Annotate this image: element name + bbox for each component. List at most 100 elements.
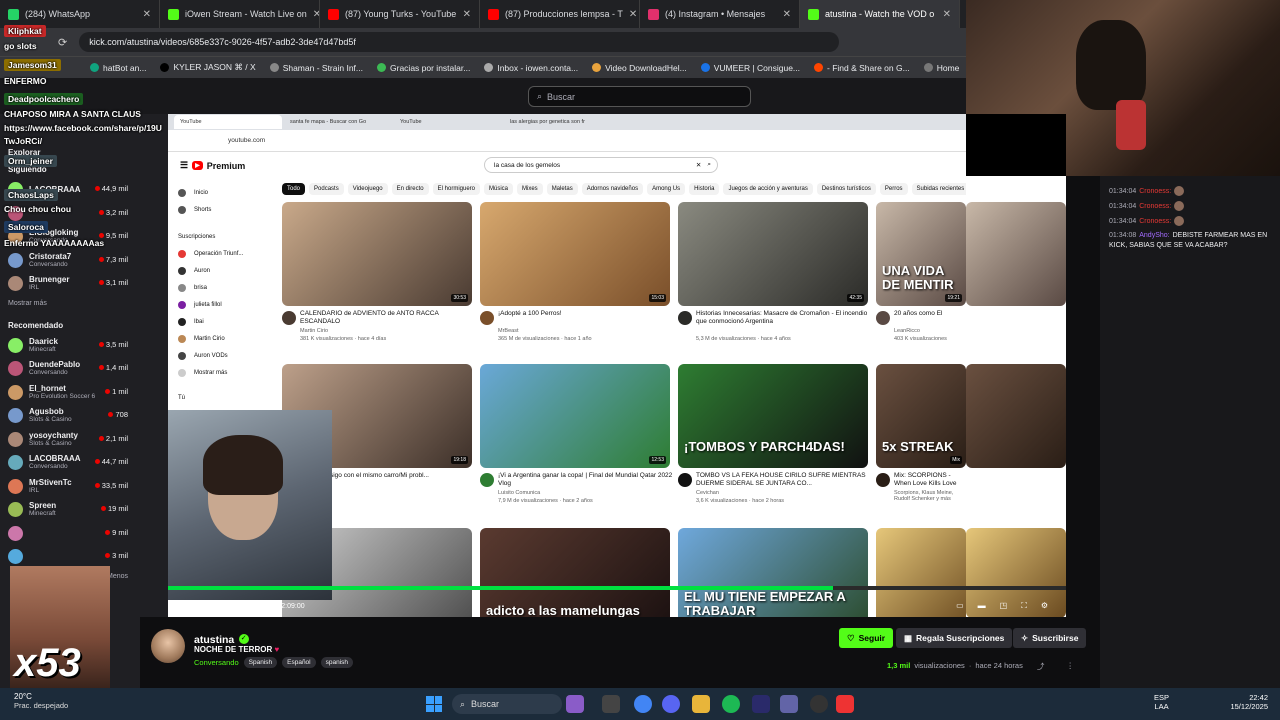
yt-side-item[interactable]: Operación Triunf... bbox=[168, 245, 258, 262]
tag-pill[interactable]: Spanish bbox=[243, 657, 278, 668]
yt-browser-tab[interactable]: YouTube bbox=[394, 115, 502, 129]
sidebar-channel[interactable]: Agusbob Slots & Casino 708 bbox=[0, 404, 168, 428]
close-icon[interactable]: ✕ bbox=[943, 9, 951, 20]
yt-video-thumbnail[interactable]: UNA VIDA DE MENTIR 19:21 bbox=[876, 202, 966, 306]
yt-video-thumbnail[interactable]: ¡TOMBOS Y PARCH4DAS! bbox=[678, 364, 868, 468]
sidebar-channel[interactable]: El_hornet Pro Evolution Soccer 6 1 mil bbox=[0, 381, 168, 405]
video-progress[interactable] bbox=[168, 586, 1066, 590]
yt-side-item[interactable]: Martin Cirio bbox=[168, 330, 258, 347]
sidebar-channel[interactable]: Daarick Minecraft 3,5 mil bbox=[0, 334, 168, 358]
yt-side-item[interactable]: Mostrar más bbox=[168, 364, 258, 381]
bookmark-item[interactable]: Video DownloadHel... bbox=[592, 63, 687, 73]
yt-video-thumbnail[interactable]: 5x STREAK Mix bbox=[876, 364, 966, 468]
bookmark-item[interactable]: VUMEER | Consigue... bbox=[700, 63, 800, 73]
avatar[interactable] bbox=[678, 311, 692, 325]
yt-channel-name[interactable]: LeanRicco bbox=[894, 328, 964, 334]
browser-tab[interactable]: iOwen Stream - Watch Live on ✕ bbox=[160, 0, 320, 28]
clock[interactable]: 22:42 15/12/2025 bbox=[1218, 693, 1268, 711]
sidebar-channel[interactable]: Cristorata7 Conversando 7,3 mil bbox=[0, 249, 168, 273]
yt-filter-chip[interactable]: Subidas recientes bbox=[911, 183, 966, 195]
yt-filter-chip[interactable]: En directo bbox=[391, 183, 429, 195]
bookmark-item[interactable]: Gracias por instalar... bbox=[377, 63, 470, 73]
yt-video-title[interactable]: Historias Innecesarias: Masacre de Croma… bbox=[696, 310, 874, 326]
yt-browser-tab[interactable]: santa fe mapa - Buscar con Go bbox=[284, 115, 392, 129]
avatar[interactable] bbox=[480, 311, 494, 325]
yt-filter-chip[interactable]: Todo bbox=[282, 183, 306, 195]
yt-filter-chip[interactable]: Mixes bbox=[517, 183, 543, 195]
tag-pill[interactable]: spanish bbox=[320, 657, 354, 668]
chat-username[interactable]: Cronoess: bbox=[1139, 188, 1171, 195]
teams-icon[interactable] bbox=[780, 695, 798, 713]
gift-subs-button[interactable]: ▦ Regala Suscripciones bbox=[896, 628, 1013, 648]
bookmark-item[interactable]: KYLER JASON ⌘ / X bbox=[160, 62, 256, 73]
yt-side-item[interactable]: Auron bbox=[168, 262, 258, 279]
yt-search-input[interactable]: la casa de los gemelos ✕ ⌕ bbox=[484, 157, 718, 173]
bookmark-item[interactable]: Home bbox=[923, 63, 959, 73]
clip-icon[interactable]: ▭ bbox=[956, 601, 964, 611]
yt-browser-tab[interactable]: YouTube bbox=[174, 115, 282, 129]
yt-filter-chip[interactable]: Juegos de acción y aventuras bbox=[723, 183, 813, 195]
yt-video-thumbnail[interactable]: 15:03 bbox=[480, 202, 670, 306]
chrome-icon[interactable] bbox=[634, 695, 652, 713]
text-icon[interactable] bbox=[836, 695, 854, 713]
category-link[interactable]: Conversando bbox=[194, 658, 239, 667]
yt-channel-name[interactable]: Martin Cirio bbox=[300, 328, 478, 334]
weather-widget[interactable]: 20°C Prac. despejado bbox=[14, 692, 104, 710]
avatar[interactable] bbox=[678, 473, 692, 487]
fullscreen-icon[interactable]: ⛶ bbox=[1021, 601, 1027, 611]
browser-tab[interactable]: (87) Producciones lempsa - T ✕ bbox=[480, 0, 640, 28]
yt-video-title[interactable]: Mix: SCORPIONS - When Love Kills Love bbox=[894, 472, 964, 488]
address-input[interactable]: kick.com/atustina/videos/685e337c-9026-4… bbox=[79, 32, 840, 52]
yt-video-thumbnail[interactable]: 12:53 bbox=[480, 364, 670, 468]
sidebar-channel[interactable]: Spreen Minecraft 19 mil bbox=[0, 498, 168, 522]
sidebar-channel[interactable]: 3 mil bbox=[0, 545, 168, 569]
yt-filter-chip[interactable]: Podcasts bbox=[309, 183, 344, 195]
browser-tab[interactable]: (87) Young Turks - YouTube ✕ bbox=[320, 0, 480, 28]
yt-filter-chip[interactable]: El hormiguero bbox=[432, 183, 480, 195]
bookmark-item[interactable]: Inbox - iowen.conta... bbox=[484, 63, 578, 73]
yt-logo[interactable]: ☰ ▶ Premium bbox=[180, 160, 245, 171]
yt-browser-tab[interactable]: las alergias por genetica son fr bbox=[504, 115, 612, 129]
language-indicator[interactable]: ESP LAA bbox=[1154, 693, 1169, 711]
reload-icon[interactable]: ⟳ bbox=[58, 36, 67, 49]
chat-username[interactable]: Cronoess: bbox=[1139, 203, 1171, 210]
volume-icon[interactable]: 🔈︎ bbox=[213, 601, 218, 612]
yt-side-item[interactable]: julieta fillol bbox=[168, 296, 258, 313]
close-icon[interactable]: ✕ bbox=[629, 9, 637, 20]
obs-icon[interactable] bbox=[810, 695, 828, 713]
kick-search-input[interactable]: ⌕ Buscar bbox=[528, 86, 751, 107]
yt-you-link[interactable]: Tú bbox=[168, 389, 258, 406]
yt-channel-name[interactable]: Cevichan bbox=[696, 490, 874, 496]
sidebar-channel[interactable]: yosoychanty Slots & Casino 2,1 mil bbox=[0, 428, 168, 452]
browser-tab[interactable]: (284) WhatsApp ✕ bbox=[0, 0, 160, 28]
close-icon[interactable]: ✕ bbox=[143, 9, 151, 20]
sidebar-channel[interactable]: DuendePablo Conversando 1,4 mil bbox=[0, 357, 168, 381]
file-manager-icon[interactable] bbox=[602, 695, 620, 713]
avatar[interactable] bbox=[480, 473, 494, 487]
yt-video-title[interactable]: ¡Adopté a 100 Perros! bbox=[498, 310, 676, 318]
yt-filter-chip[interactable]: Videojuego bbox=[347, 183, 388, 195]
taskbar-search[interactable]: ⌕ Buscar bbox=[452, 694, 562, 714]
follow-button[interactable]: ♡ Seguir bbox=[839, 628, 894, 648]
avatar[interactable] bbox=[282, 311, 296, 325]
yt-filter-chip[interactable]: Destinos turísticos bbox=[816, 183, 876, 195]
settings-icon[interactable]: ⚙ bbox=[1041, 601, 1048, 611]
yt-filter-chip[interactable]: Among Us bbox=[647, 183, 686, 195]
windows-start-icon[interactable] bbox=[426, 696, 442, 712]
pause-icon[interactable]: ❚❚ bbox=[186, 601, 203, 612]
yt-video-title[interactable]: CALENDARIO de ADVIENTO de ANTO RACCA ESC… bbox=[300, 310, 478, 326]
yt-filter-chip[interactable]: Historia bbox=[689, 183, 720, 195]
yt-filter-chip[interactable]: Perros bbox=[879, 183, 908, 195]
bookmark-item[interactable]: - Find & Share on G... bbox=[814, 63, 910, 73]
close-icon[interactable]: ✕ bbox=[783, 9, 791, 20]
yt-side-item[interactable]: Shorts bbox=[168, 201, 258, 218]
chat-username[interactable]: Cronoess: bbox=[1139, 218, 1171, 225]
avatar[interactable] bbox=[876, 473, 890, 487]
close-icon[interactable]: ✕ bbox=[313, 9, 319, 20]
sidebar-channel[interactable]: 9 mil bbox=[0, 522, 168, 546]
more-icon[interactable]: ⋮ bbox=[1066, 661, 1074, 672]
premiere-icon[interactable] bbox=[752, 695, 770, 713]
yt-filter-chip[interactable]: Música bbox=[484, 183, 514, 195]
yt-side-item[interactable]: Ibai bbox=[168, 313, 258, 330]
subscribe-button[interactable]: ✧ Suscribirse bbox=[1013, 628, 1087, 648]
